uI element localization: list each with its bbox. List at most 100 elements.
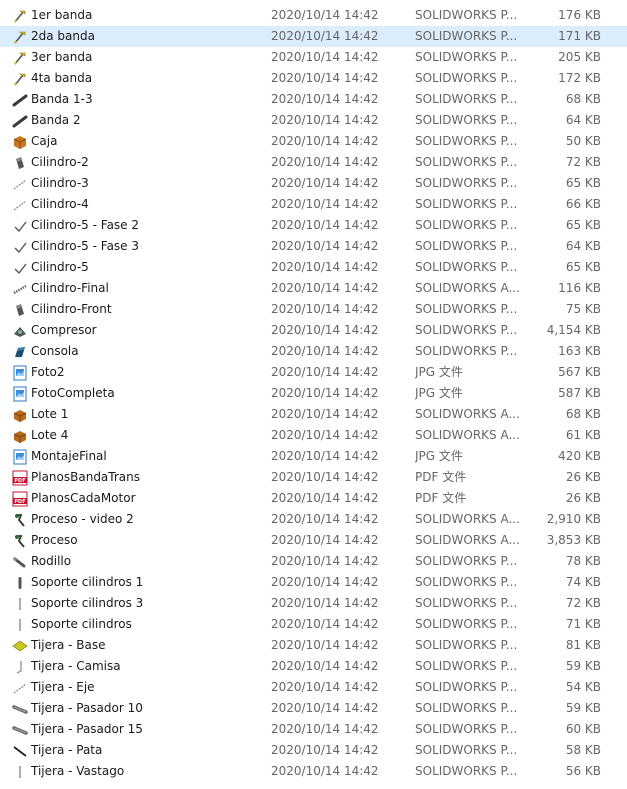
- file-size: 163 KB: [558, 344, 601, 358]
- file-icon-cell: [12, 89, 28, 110]
- file-name: Proceso: [31, 533, 78, 547]
- file-size: 68 KB: [565, 92, 601, 106]
- part-support-icon: [12, 575, 28, 591]
- file-type: SOLIDWORKS P...: [415, 743, 518, 757]
- file-type: SOLIDWORKS P...: [415, 722, 518, 736]
- file-size: 2,910 KB: [546, 512, 601, 526]
- part-pin-icon: [12, 701, 28, 717]
- part-yellow-icon: [12, 71, 28, 87]
- file-row[interactable]: 4ta banda 2020/10/14 14:42 SOLIDWORKS P...…: [0, 68, 627, 89]
- file-row[interactable]: Soporte cilindros 3 2020/10/14 14:42 SOLID…: [0, 593, 627, 614]
- file-name: Tijera - Eje: [31, 680, 95, 694]
- file-type: SOLIDWORKS P...: [415, 71, 518, 85]
- file-name: Lote 1: [31, 407, 69, 421]
- file-row[interactable]: Tijera - Camisa 2020/10/14 14:42 SOLIDWORK…: [0, 656, 627, 677]
- file-type: SOLIDWORKS P...: [415, 113, 518, 127]
- file-row[interactable]: Proceso 2020/10/14 14:42 SOLIDWORKS A... 3,…: [0, 530, 627, 551]
- file-row[interactable]: Lote 4 2020/10/14 14:42 SOLIDWORKS A... 61 …: [0, 425, 627, 446]
- file-row[interactable]: PDF PlanosCadaMotor 2020/10/14 14:42 PDF 文件…: [0, 488, 627, 509]
- file-row[interactable]: Caja 2020/10/14 14:42 SOLIDWORKS P... 50 KB: [0, 131, 627, 152]
- file-name: Cilindro-Final: [31, 281, 109, 295]
- part-bar-icon: [12, 92, 28, 108]
- file-size: 26 KB: [565, 491, 601, 505]
- file-row[interactable]: Cilindro-Final 2020/10/14 14:42 SOLIDWORKS…: [0, 278, 627, 299]
- file-row[interactable]: Cilindro-5 - Fase 2 2020/10/14 14:42 SOLID…: [0, 215, 627, 236]
- file-size: 4,154 KB: [546, 323, 601, 337]
- file-name: Banda 2: [31, 113, 81, 127]
- file-row[interactable]: 2da banda 2020/10/14 14:42 SOLIDWORKS P...…: [0, 26, 627, 47]
- file-icon-cell: [12, 131, 28, 152]
- part-machine-icon: [12, 323, 28, 339]
- file-row[interactable]: Compresor 2020/10/14 14:42 SOLIDWORKS P...…: [0, 320, 627, 341]
- file-name: Banda 1-3: [31, 92, 93, 106]
- file-row[interactable]: Tijera - Eje 2020/10/14 14:42 SOLIDWORKS P…: [0, 677, 627, 698]
- file-row[interactable]: Banda 1-3 2020/10/14 14:42 SOLIDWORKS P...…: [0, 89, 627, 110]
- assembly-box-icon: [12, 428, 28, 444]
- file-type: SOLIDWORKS P...: [415, 680, 518, 694]
- file-type: SOLIDWORKS P...: [415, 701, 518, 715]
- file-name: Tijera - Base: [31, 638, 106, 652]
- file-row[interactable]: Cilindro-5 2020/10/14 14:42 SOLIDWORKS P..…: [0, 257, 627, 278]
- file-icon-cell: [12, 446, 28, 467]
- assembly-line-icon: [12, 281, 28, 297]
- file-row[interactable]: 3er banda 2020/10/14 14:42 SOLIDWORKS P...…: [0, 47, 627, 68]
- file-row[interactable]: Cilindro-5 - Fase 3 2020/10/14 14:42 SOLID…: [0, 236, 627, 257]
- part-line-icon: [12, 680, 28, 696]
- file-date: 2020/10/14 14:42: [271, 218, 379, 232]
- file-icon-cell: [12, 677, 28, 698]
- part-roller-icon: [12, 554, 28, 570]
- file-date: 2020/10/14 14:42: [271, 365, 379, 379]
- file-date: 2020/10/14 14:42: [271, 470, 379, 484]
- file-row[interactable]: FotoCompleta 2020/10/14 14:42 JPG 文件 587 KB: [0, 383, 627, 404]
- file-date: 2020/10/14 14:42: [271, 155, 379, 169]
- file-row[interactable]: Tijera - Vastago 2020/10/14 14:42 SOLIDWOR…: [0, 761, 627, 782]
- file-name: Soporte cilindros 1: [31, 575, 144, 589]
- file-icon-cell: [12, 635, 28, 656]
- file-row[interactable]: Consola 2020/10/14 14:42 SOLIDWORKS P... 16…: [0, 341, 627, 362]
- file-row[interactable]: MontajeFinal 2020/10/14 14:42 JPG 文件 420 KB: [0, 446, 627, 467]
- file-size: 72 KB: [565, 596, 601, 610]
- file-row[interactable]: Cilindro-3 2020/10/14 14:42 SOLIDWORKS P..…: [0, 173, 627, 194]
- file-row[interactable]: Foto2 2020/10/14 14:42 JPG 文件 567 KB: [0, 362, 627, 383]
- file-date: 2020/10/14 14:42: [271, 617, 379, 631]
- file-row[interactable]: Banda 2 2020/10/14 14:42 SOLIDWORKS P... 64…: [0, 110, 627, 131]
- file-row[interactable]: Soporte cilindros 1 2020/10/14 14:42 SOLID…: [0, 572, 627, 593]
- file-row[interactable]: Rodillo 2020/10/14 14:42 SOLIDWORKS P... 78…: [0, 551, 627, 572]
- file-name: 4ta banda: [31, 71, 93, 85]
- file-name: Cilindro-Front: [31, 302, 112, 316]
- file-date: 2020/10/14 14:42: [271, 722, 379, 736]
- file-date: 2020/10/14 14:42: [271, 197, 379, 211]
- file-icon-cell: [12, 572, 28, 593]
- file-type: SOLIDWORKS A...: [415, 428, 520, 442]
- file-type: SOLIDWORKS P...: [415, 260, 518, 274]
- pdf-icon: PDF: [12, 491, 28, 507]
- file-size: 587 KB: [558, 386, 601, 400]
- file-date: 2020/10/14 14:42: [271, 176, 379, 190]
- file-row[interactable]: 1er banda 2020/10/14 14:42 SOLIDWORKS P...…: [0, 5, 627, 26]
- file-size: 420 KB: [558, 449, 601, 463]
- file-row[interactable]: Tijera - Pasador 15 2020/10/14 14:42 SOLID…: [0, 719, 627, 740]
- file-date: 2020/10/14 14:42: [271, 281, 379, 295]
- file-icon-cell: [12, 278, 28, 299]
- file-date: 2020/10/14 14:42: [271, 596, 379, 610]
- file-size: 78 KB: [565, 554, 601, 568]
- file-type: JPG 文件: [415, 449, 463, 463]
- file-row[interactable]: Cilindro-Front 2020/10/14 14:42 SOLIDWORKS…: [0, 299, 627, 320]
- file-date: 2020/10/14 14:42: [271, 407, 379, 421]
- file-size: 72 KB: [565, 155, 601, 169]
- part-sleeve-icon: [12, 659, 28, 675]
- file-row[interactable]: Soporte cilindros 2020/10/14 14:42 SOLIDWO…: [0, 614, 627, 635]
- file-row[interactable]: Tijera - Pata 2020/10/14 14:42 SOLIDWORKS …: [0, 740, 627, 761]
- file-row[interactable]: Tijera - Base 2020/10/14 14:42 SOLIDWORKS …: [0, 635, 627, 656]
- file-icon-cell: [12, 257, 28, 278]
- file-row[interactable]: Cilindro-4 2020/10/14 14:42 SOLIDWORKS P..…: [0, 194, 627, 215]
- file-row[interactable]: Tijera - Pasador 10 2020/10/14 14:42 SOLID…: [0, 698, 627, 719]
- file-row[interactable]: Lote 1 2020/10/14 14:42 SOLIDWORKS A... 68 …: [0, 404, 627, 425]
- file-type: SOLIDWORKS P...: [415, 302, 518, 316]
- file-row[interactable]: Proceso - video 2 2020/10/14 14:42 SOLIDWO…: [0, 509, 627, 530]
- file-size: 176 KB: [558, 8, 601, 22]
- file-size: 60 KB: [565, 722, 601, 736]
- file-row[interactable]: PDF PlanosBandaTrans 2020/10/14 14:42 PDF 文…: [0, 467, 627, 488]
- jpg-image-icon: [12, 365, 28, 381]
- file-row[interactable]: Cilindro-2 2020/10/14 14:42 SOLIDWORKS P..…: [0, 152, 627, 173]
